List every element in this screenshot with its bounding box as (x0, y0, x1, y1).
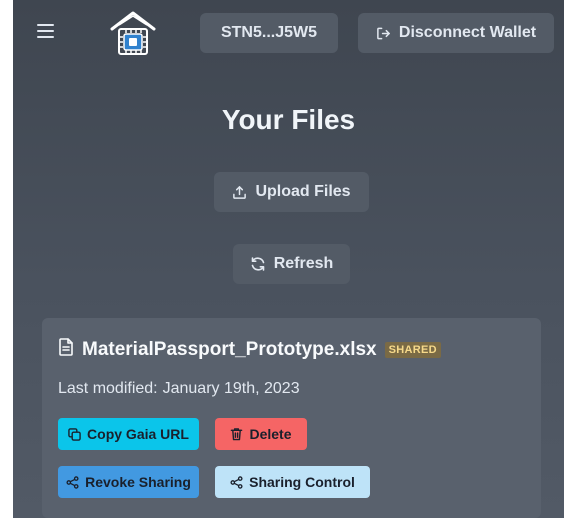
copy-gaia-url-button[interactable]: Copy Gaia URL (58, 418, 199, 450)
app-window: STN5...J5W5 Disconnect Wallet Your Files… (13, 0, 564, 518)
file-card: MaterialPassport_Prototype.xlsx SHARED L… (42, 318, 541, 518)
logout-icon (376, 26, 391, 41)
header: STN5...J5W5 Disconnect Wallet (13, 0, 564, 64)
page-title: Your Files (221, 104, 356, 135)
sharing-control-label: Sharing Control (249, 474, 355, 490)
last-modified-date: January 19th, 2023 (162, 380, 300, 397)
wallet-address-button[interactable]: STN5...J5W5 (200, 13, 338, 53)
disconnect-wallet-button[interactable]: Disconnect Wallet (358, 13, 554, 53)
house-chip-logo-icon[interactable] (109, 10, 157, 56)
sharing-control-button[interactable]: Sharing Control (215, 466, 370, 498)
file-name-row: MaterialPassport_Prototype.xlsx SHARED (58, 338, 441, 361)
refresh-label: Refresh (273, 255, 334, 272)
wallet-address-label: STN5...J5W5 (220, 24, 318, 41)
share-icon (66, 475, 79, 489)
delete-button[interactable]: Delete (215, 418, 307, 450)
revoke-sharing-button[interactable]: Revoke Sharing (58, 466, 199, 498)
copy-gaia-url-label: Copy Gaia URL (87, 426, 189, 442)
upload-files-button[interactable]: Upload Files (214, 172, 369, 212)
file-document-icon (58, 338, 74, 361)
copy-icon (68, 427, 81, 441)
refresh-icon (250, 256, 266, 272)
last-modified-label: Last modified: (58, 380, 158, 397)
last-modified-text: Last modified: January 19th, 2023 (58, 380, 300, 398)
shared-badge: SHARED (384, 341, 441, 358)
upload-icon (232, 185, 247, 200)
file-name: MaterialPassport_Prototype.xlsx (82, 338, 377, 360)
trash-icon (230, 427, 243, 441)
upload-files-label: Upload Files (255, 183, 351, 200)
disconnect-wallet-label: Disconnect Wallet (398, 24, 537, 41)
revoke-sharing-label: Revoke Sharing (85, 474, 191, 490)
hamburger-menu-icon[interactable] (37, 24, 54, 38)
share-icon (230, 475, 243, 489)
delete-label: Delete (249, 426, 292, 442)
refresh-button[interactable]: Refresh (233, 244, 350, 284)
